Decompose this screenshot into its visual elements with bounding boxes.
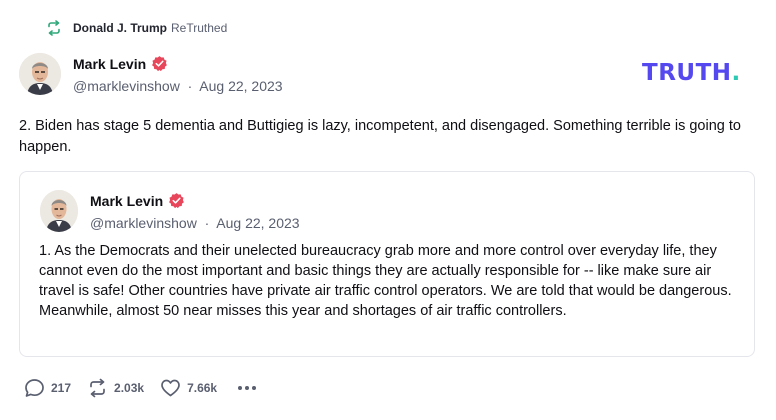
truth-social-logo: TRUTH. [642, 60, 741, 86]
retruth-count: 2.03k [114, 381, 145, 395]
post-author: Mark Levin @marklevinshow · Aug 22, 2023 [73, 55, 283, 95]
retruth-user-link[interactable]: Donald J. Trump [73, 21, 167, 35]
retruth-action-icon [87, 378, 108, 398]
quoted-post-card[interactable]: Mark Levin @marklevinshow · Aug 22, 2023… [19, 171, 755, 357]
quoted-post-author: Mark Levin @marklevinshow · Aug 22, 2023 [90, 192, 300, 232]
verified-badge-icon [168, 192, 185, 209]
like-button[interactable]: 7.66k [160, 378, 217, 398]
reply-icon [24, 378, 45, 398]
author-handle[interactable]: @marklevinshow [73, 78, 180, 94]
brand-dot: . [731, 60, 741, 86]
post-action-bar: 217 2.03k 7.66k [24, 378, 257, 398]
quoted-author-name[interactable]: Mark Levin [90, 193, 163, 209]
post-body: 2. Biden has stage 5 dementia and Buttig… [19, 118, 741, 155]
post-date[interactable]: Aug 22, 2023 [199, 78, 282, 94]
author-name[interactable]: Mark Levin [73, 56, 146, 72]
verified-badge-icon [151, 55, 168, 72]
retruth-button[interactable]: 2.03k [87, 378, 144, 398]
heart-icon [160, 378, 181, 398]
like-count: 7.66k [187, 381, 218, 395]
quoted-author-meta: @marklevinshow · Aug 22, 2023 [90, 215, 300, 231]
reply-button[interactable]: 217 [24, 378, 71, 398]
retruth-header: Donald J. Trump ReTruthed [46, 19, 227, 37]
meta-separator: · [200, 215, 214, 231]
author-avatar[interactable] [19, 53, 61, 95]
author-meta: @marklevinshow · Aug 22, 2023 [73, 78, 283, 94]
brand-wordmark: TRUTH [642, 60, 732, 86]
quoted-author-handle[interactable]: @marklevinshow [90, 215, 197, 231]
quoted-post-date[interactable]: Aug 22, 2023 [216, 215, 299, 231]
retruth-icon [46, 20, 62, 36]
more-icon[interactable] [237, 385, 257, 391]
retruth-label: ReTruthed [171, 21, 228, 35]
quoted-author-avatar[interactable] [40, 190, 78, 232]
quoted-post-body: 1. As the Democrats and their unelected … [39, 243, 732, 319]
reply-count: 217 [51, 381, 72, 395]
meta-separator: · [183, 78, 197, 94]
